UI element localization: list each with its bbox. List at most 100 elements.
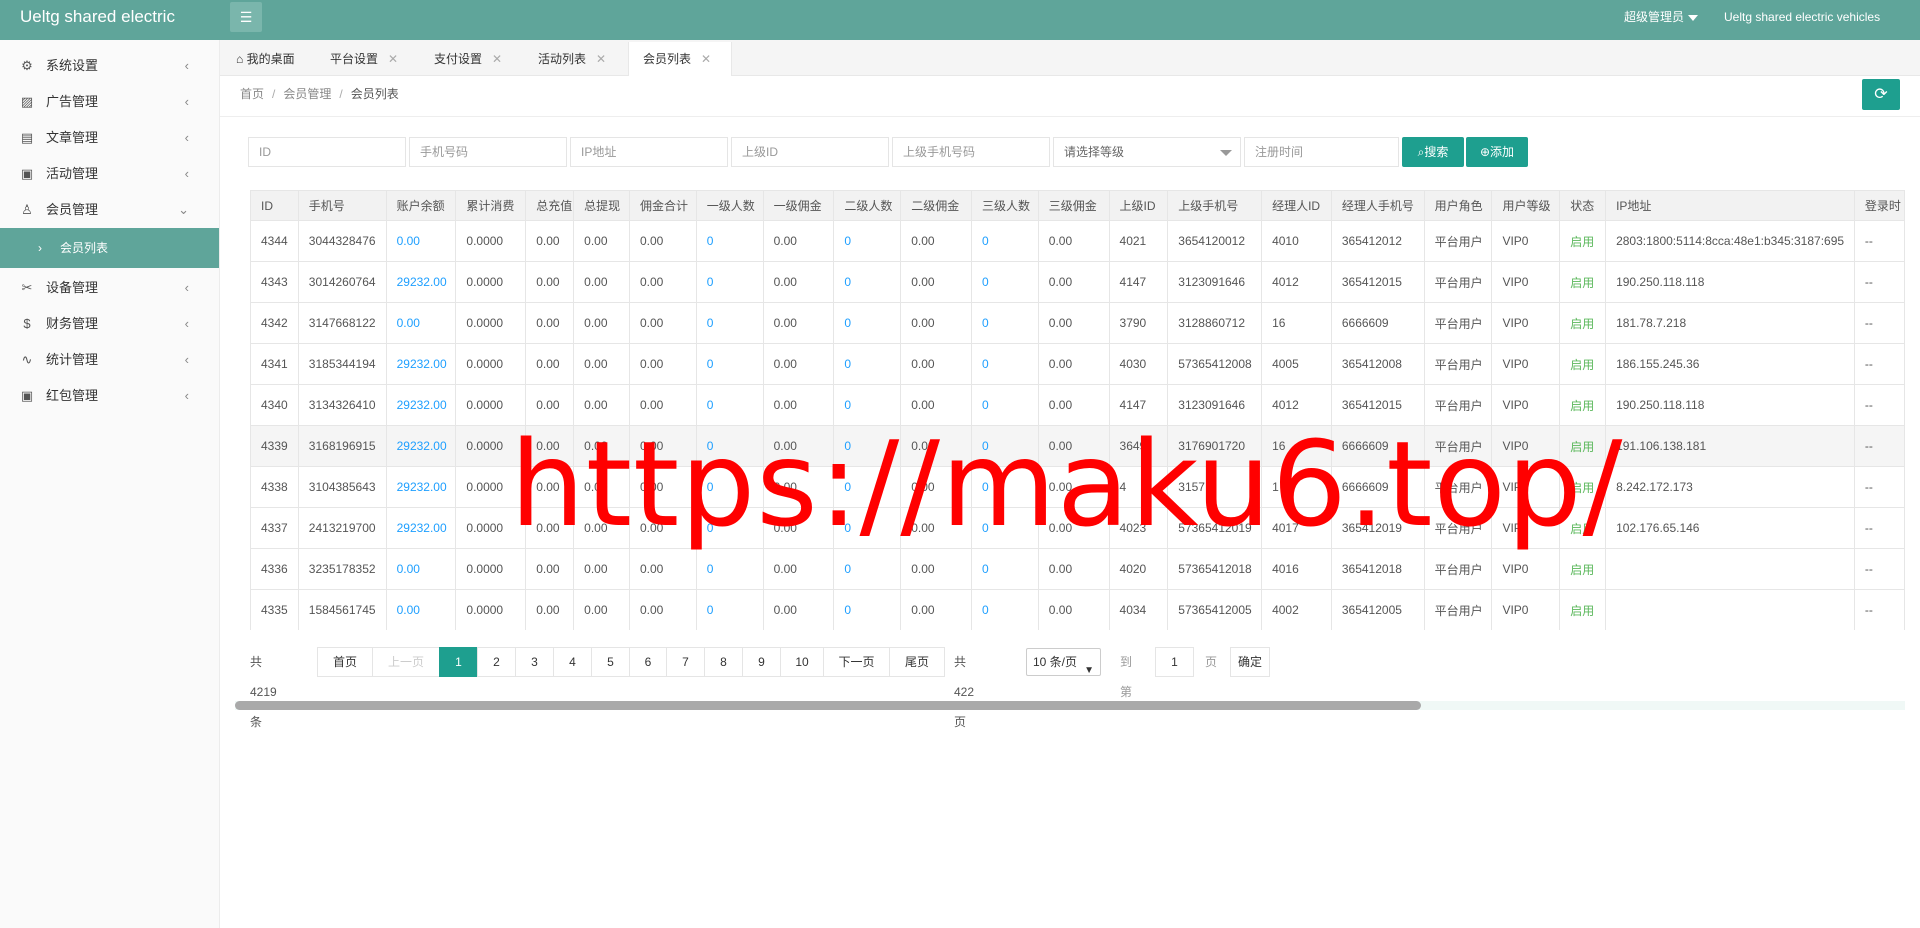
table-cell[interactable]: 0 [695, 589, 764, 630]
sidebar-item-red-packets[interactable]: ▣ 红包管理 ‹ [0, 378, 219, 414]
table-cell[interactable]: 0 [695, 548, 764, 590]
table-cell[interactable]: 0 [695, 343, 764, 385]
page-button[interactable]: 8 [704, 647, 743, 677]
tab-payment-settings[interactable]: 支付设置 ✕ [420, 42, 524, 76]
first-page-button[interactable]: 首页 [317, 647, 373, 677]
page-button[interactable]: 7 [666, 647, 705, 677]
table-cell[interactable]: 0 [695, 261, 764, 303]
table-cell: -- [1853, 302, 1905, 344]
page-button[interactable]: 4 [553, 647, 592, 677]
table-cell: 0.00 [1037, 302, 1110, 344]
table-cell[interactable]: 0 [833, 220, 902, 262]
app-logo[interactable]: Ueltg shared electric [20, 0, 175, 34]
close-icon[interactable]: ✕ [596, 52, 606, 66]
sidebar-item-members[interactable]: ♙ 会员管理 ⌄ [0, 192, 219, 228]
table-cell[interactable]: 0.00 [385, 302, 457, 344]
table-row[interactable]: 4344 3044328476 0.00 0.0000 0.00 0.00 0.00 0 0.0… [250, 220, 1905, 262]
breadcrumb-section[interactable]: 会员管理 [283, 87, 331, 101]
sidebar-item-member-list[interactable]: › 会员列表 [0, 228, 219, 268]
sidebar-item-finance[interactable]: $ 财务管理 ‹ [0, 306, 219, 342]
table-cell[interactable]: 29232.00 [385, 507, 457, 549]
table-cell[interactable]: 0 [970, 302, 1039, 344]
goto-confirm-button[interactable]: 确定 [1230, 647, 1270, 677]
parent-id-input[interactable]: 上级ID [731, 137, 889, 167]
table-cell: -- [1853, 589, 1905, 630]
page-button[interactable]: 10 [780, 647, 824, 677]
user-menu[interactable]: 超级管理员 [1624, 0, 1699, 34]
table-cell: 2413219700 [297, 507, 387, 549]
last-page-button[interactable]: 尾页 [889, 647, 945, 677]
sidebar-item-system-settings[interactable]: ⚙ 系统设置 ‹ [0, 48, 219, 84]
sidebar-item-ads[interactable]: ▨ 广告管理 ‹ [0, 84, 219, 120]
prev-page-button[interactable]: 上一页 [372, 647, 440, 677]
hamburger-icon[interactable]: ☰ [230, 2, 262, 32]
tab-activity-list[interactable]: 活动列表 ✕ [524, 42, 628, 76]
page-button[interactable]: 6 [629, 647, 667, 677]
page-button[interactable]: 1 [439, 647, 478, 677]
reg-time-input[interactable]: 注册时间 [1244, 137, 1399, 167]
close-icon[interactable]: ✕ [388, 52, 398, 66]
breadcrumb-separator: / [339, 87, 343, 101]
divider [220, 116, 1920, 117]
table-cell[interactable]: 0 [833, 589, 902, 630]
scrollbar-thumb[interactable] [235, 701, 1421, 710]
page-button[interactable]: 3 [515, 647, 554, 677]
table-row[interactable]: 4343 3014260764 29232.00 0.0000 0.00 0.00 0.00… [250, 261, 1905, 303]
goto-page-input[interactable]: 1 [1155, 647, 1194, 677]
table-cell[interactable]: 29232.00 [385, 466, 457, 508]
page-button[interactable]: 9 [742, 647, 781, 677]
table-cell: 4338 [250, 466, 299, 508]
table-cell[interactable]: 29232.00 [385, 425, 457, 467]
search-button[interactable]: ⌕搜索 [1402, 137, 1464, 167]
column-header: 总充值 [525, 190, 575, 221]
table-cell[interactable]: 29232.00 [385, 261, 457, 303]
table-row[interactable]: 4335 1584561745 0.00 0.0000 0.00 0.00 0.00 0 0.0… [250, 589, 1905, 630]
brand-link[interactable]: Ueltg shared electric vehicles [1724, 0, 1880, 34]
table-cell[interactable]: 0 [970, 548, 1039, 590]
close-icon[interactable]: ✕ [492, 52, 502, 66]
sidebar: ⚙ 系统设置 ‹ ▨ 广告管理 ‹ ▤ 文章管理 ‹ ▣ 活动管理 ‹ ♙ 会员管理 ⌄ › 会员列表… [0, 40, 220, 928]
next-page-button[interactable]: 下一页 [823, 647, 890, 677]
table-cell[interactable]: 0 [695, 220, 764, 262]
table-cell: 3123091646 [1167, 261, 1263, 303]
parent-phone-input[interactable]: 上级手机号码 [892, 137, 1050, 167]
page-button[interactable]: 2 [477, 647, 516, 677]
table-row[interactable]: 4342 3147668122 0.00 0.0000 0.00 0.00 0.00 0 0.0… [250, 302, 1905, 344]
horizontal-scrollbar[interactable] [235, 701, 1905, 710]
table-cell[interactable]: 0 [970, 589, 1039, 630]
add-button[interactable]: ⊕添加 [1466, 137, 1528, 167]
table-cell[interactable]: 0 [833, 261, 902, 303]
table-cell[interactable]: 0 [970, 261, 1039, 303]
table-cell[interactable]: 0 [833, 343, 902, 385]
table-row[interactable]: 4336 3235178352 0.00 0.0000 0.00 0.00 0.00 0 0.0… [250, 548, 1905, 590]
table-cell[interactable]: 0.00 [385, 220, 457, 262]
per-page-select[interactable]: 10 条/页 ▼ [1026, 648, 1101, 676]
page-button[interactable]: 5 [591, 647, 630, 677]
table-cell[interactable]: 0 [833, 302, 902, 344]
table-cell[interactable]: 0 [695, 302, 764, 344]
phone-input[interactable]: 手机号码 [409, 137, 567, 167]
tab-member-list[interactable]: 会员列表 ✕ [628, 42, 732, 76]
id-input[interactable]: ID [248, 137, 406, 167]
sidebar-item-statistics[interactable]: ∿ 统计管理 ‹ [0, 342, 219, 378]
dollar-icon: $ [23, 316, 31, 331]
sidebar-item-devices[interactable]: ✂ 设备管理 ‹ [0, 270, 219, 306]
table-cell[interactable]: 0 [970, 343, 1039, 385]
table-row[interactable]: 4341 3185344194 29232.00 0.0000 0.00 0.00 0.00… [250, 343, 1905, 385]
table-cell[interactable]: 0 [970, 220, 1039, 262]
table-cell[interactable]: 0.00 [385, 548, 457, 590]
tab-desktop[interactable]: ⌂ 我的桌面 [222, 42, 312, 76]
refresh-icon[interactable]: ⟳ [1862, 79, 1900, 110]
sidebar-item-articles[interactable]: ▤ 文章管理 ‹ [0, 120, 219, 156]
gift-icon: ▣ [20, 166, 34, 181]
level-select[interactable]: 请选择等级 [1053, 137, 1241, 167]
tab-platform-settings[interactable]: 平台设置 ✕ [316, 42, 420, 76]
sidebar-item-activities[interactable]: ▣ 活动管理 ‹ [0, 156, 219, 192]
close-icon[interactable]: ✕ [701, 52, 711, 66]
table-cell[interactable]: 29232.00 [385, 384, 457, 426]
table-cell[interactable]: 0.00 [385, 589, 457, 630]
breadcrumb-home[interactable]: 首页 [240, 87, 264, 101]
table-cell[interactable]: 0 [833, 548, 902, 590]
table-cell[interactable]: 29232.00 [385, 343, 457, 385]
ip-input[interactable]: IP地址 [570, 137, 728, 167]
